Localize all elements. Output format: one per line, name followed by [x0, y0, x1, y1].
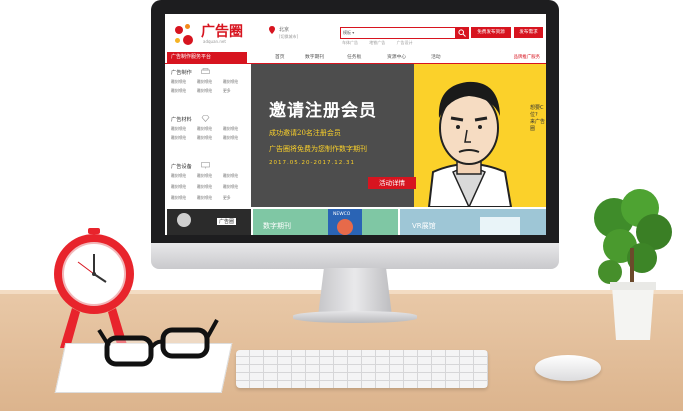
publish-resource-button[interactable]: 免费发布资源	[471, 27, 511, 38]
feature-thumbnails: 广告圈 数字期刊 NEWCO VR展馆	[167, 209, 546, 235]
sidebar-section-title[interactable]: 广告制作	[171, 69, 192, 76]
nav-item-home[interactable]: 首页	[275, 52, 285, 63]
mouse	[535, 355, 601, 381]
sidebar-link[interactable]: 雕刻喷绘	[223, 184, 249, 190]
switch-city-link[interactable]: [切换城市]	[279, 34, 298, 40]
promo-banner[interactable]: 邀请注册会员 成功邀请20名注册会员 广告圈将免费为您制作数字期刊 2017.0…	[251, 64, 546, 207]
glasses-icon	[97, 319, 219, 367]
thumbnail-label: 数字期刊	[263, 222, 291, 230]
sidebar-row: 雕刻喷绘 雕刻喷绘 更多	[171, 88, 249, 94]
sidebar-link[interactable]: 雕刻喷绘	[223, 135, 249, 141]
site-logo[interactable]: 广告圈	[201, 21, 243, 41]
sidebar-link[interactable]: 雕刻喷绘	[223, 173, 249, 179]
sidebar-link[interactable]: 雕刻喷绘	[171, 173, 197, 179]
hot-word-link[interactable]: 广告设计	[397, 40, 413, 45]
brand-promotion-link[interactable]: 品牌推广服务	[514, 52, 540, 63]
keyboard	[236, 350, 488, 388]
banner-date-range: 2017.05.20-2017.12.31	[269, 160, 355, 166]
logo-dots-icon	[173, 22, 199, 48]
location-name: 北京	[279, 27, 290, 33]
diamond-icon	[201, 115, 210, 122]
monitor-stand-base	[293, 311, 417, 323]
sidebar-more-link[interactable]: 更多	[223, 88, 249, 94]
banner-side-text: 想要C位? 来广告圈	[530, 104, 546, 132]
sidebar-link[interactable]: 雕刻喷绘	[197, 88, 223, 94]
publish-demand-button[interactable]: 发布需求	[514, 27, 543, 38]
sidebar-row: 雕刻喷绘 雕刻喷绘 雕刻喷绘	[171, 135, 249, 141]
hot-word-link[interactable]: 地铁广告	[369, 40, 385, 45]
sidebar-link[interactable]: 雕刻喷绘	[197, 126, 223, 132]
sidebar-link[interactable]: 雕刻喷绘	[197, 173, 223, 179]
search-button[interactable]	[455, 27, 469, 39]
site-domain: adquan.net	[203, 39, 226, 44]
sidebar-link[interactable]: 雕刻喷绘	[197, 184, 223, 190]
category-sidebar: 广告制作 雕刻喷绘 雕刻喷绘 雕刻喷绘 雕刻喷绘 雕刻喷绘 更多 广告材料 雕刻喷绘 雕刻…	[167, 64, 249, 214]
hot-word-link[interactable]: 车体广告	[342, 40, 358, 45]
sidebar-row: 雕刻喷绘 雕刻喷绘 雕刻喷绘	[171, 126, 249, 132]
sidebar-more-link[interactable]: 更多	[223, 195, 249, 201]
sidebar-link[interactable]: 雕刻喷绘	[197, 195, 223, 201]
nav-item-tasks[interactable]: 任务板	[347, 52, 361, 63]
screen: 广告圈 adquan.net 北京 [切换城市] 模板 ▾ 车体广告 地铁广告 …	[165, 14, 546, 235]
banner-subtitle: 广告圈将免费为您制作数字期刊	[269, 145, 367, 153]
sidebar-link[interactable]: 雕刻喷绘	[197, 135, 223, 141]
event-details-button[interactable]: 活动详情	[368, 177, 416, 189]
banner-subtitle: 成功邀请20名注册会员	[269, 129, 341, 137]
banner-side-line: 来广告圈	[530, 119, 546, 132]
hot-search-words: 车体广告 地铁广告 广告设计	[342, 40, 423, 46]
sidebar-section-title[interactable]: 广告设备	[171, 163, 192, 170]
cartoon-portrait-icon	[427, 81, 513, 207]
nav-item-journal[interactable]: 数字期刊	[305, 52, 324, 63]
monitor-icon	[201, 162, 210, 169]
thumbnail-label: 广告圈	[217, 218, 237, 225]
nav-item-resources[interactable]: 资源中心	[387, 52, 406, 63]
banner-side-line: 想要C位?	[530, 105, 544, 118]
potted-plant-icon	[594, 189, 672, 340]
category-menu-button[interactable]: 广告制作服务平台	[167, 52, 247, 63]
thumbnail-card[interactable]: VR展馆	[400, 209, 546, 235]
sidebar-row: 雕刻喷绘 雕刻喷绘 更多	[171, 195, 249, 201]
sidebar-link[interactable]: 雕刻喷绘	[171, 184, 197, 190]
sidebar-section-title[interactable]: 广告材料	[171, 116, 192, 123]
sidebar-row: 雕刻喷绘 雕刻喷绘 雕刻喷绘	[171, 184, 249, 190]
printer-icon	[201, 68, 210, 74]
nav-item-events[interactable]: 活动	[431, 52, 441, 63]
search-input[interactable]: 模板 ▾	[340, 27, 457, 39]
sidebar-link[interactable]: 雕刻喷绘	[223, 79, 249, 85]
banner-title: 邀请注册会员	[269, 101, 377, 121]
thumbnail-card[interactable]: 广告圈	[167, 209, 251, 235]
search-icon	[458, 29, 466, 37]
main-nav: 广告制作服务平台 首页 数字期刊 任务板 资源中心 活动 品牌推广服务	[165, 52, 546, 64]
monitor-stand	[318, 268, 392, 316]
sidebar-row: 雕刻喷绘 雕刻喷绘 雕刻喷绘	[171, 173, 249, 179]
location-pin-icon	[269, 26, 275, 34]
monitor-chin	[151, 243, 559, 269]
thumbnail-label: VR展馆	[412, 222, 436, 230]
sidebar-link[interactable]: 雕刻喷绘	[171, 88, 197, 94]
sidebar-row: 雕刻喷绘 雕刻喷绘 雕刻喷绘	[171, 79, 249, 85]
thumbnail-label: NEWCO	[333, 212, 351, 217]
sidebar-link[interactable]: 雕刻喷绘	[171, 79, 197, 85]
sidebar-link[interactable]: 雕刻喷绘	[197, 79, 223, 85]
site-header: 广告圈 adquan.net 北京 [切换城市] 模板 ▾ 车体广告 地铁广告 …	[165, 14, 546, 49]
thumbnail-card[interactable]: 数字期刊 NEWCO	[253, 209, 398, 235]
sidebar-link[interactable]: 雕刻喷绘	[171, 195, 197, 201]
sidebar-link[interactable]: 雕刻喷绘	[171, 126, 197, 132]
sidebar-link[interactable]: 雕刻喷绘	[223, 126, 249, 132]
search-category-select[interactable]: 模板 ▾	[343, 30, 354, 36]
sidebar-link[interactable]: 雕刻喷绘	[171, 135, 197, 141]
